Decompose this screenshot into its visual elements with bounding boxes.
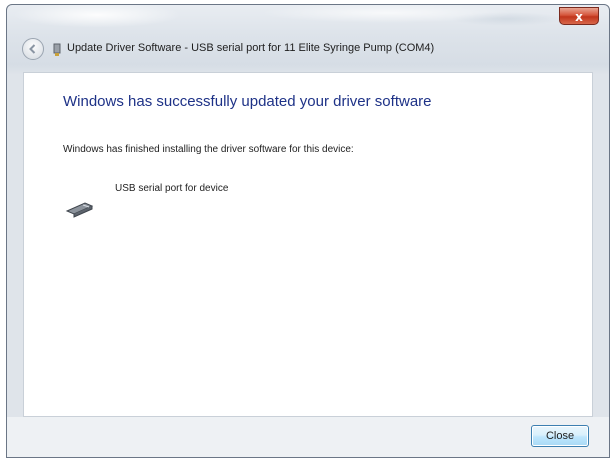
- back-button[interactable]: [22, 38, 44, 60]
- page-heading: Windows has successfully updated your dr…: [63, 93, 432, 110]
- title-bar-glass: [7, 5, 609, 67]
- content-panel: Windows has successfully updated your dr…: [23, 72, 593, 417]
- close-button[interactable]: Close: [531, 425, 589, 447]
- back-arrow-icon: [29, 44, 36, 54]
- usb-device-icon: [65, 202, 94, 218]
- window-title: Update Driver Software - USB serial port…: [67, 42, 435, 54]
- status-description: Windows has finished installing the driv…: [63, 144, 354, 155]
- device-name: USB serial port for device: [115, 183, 229, 194]
- dialog-window: x Update Driver Software - USB serial po…: [6, 4, 610, 458]
- window-close-button[interactable]: x: [559, 7, 599, 25]
- driver-update-icon: [53, 43, 61, 56]
- dialog-footer: [7, 417, 609, 457]
